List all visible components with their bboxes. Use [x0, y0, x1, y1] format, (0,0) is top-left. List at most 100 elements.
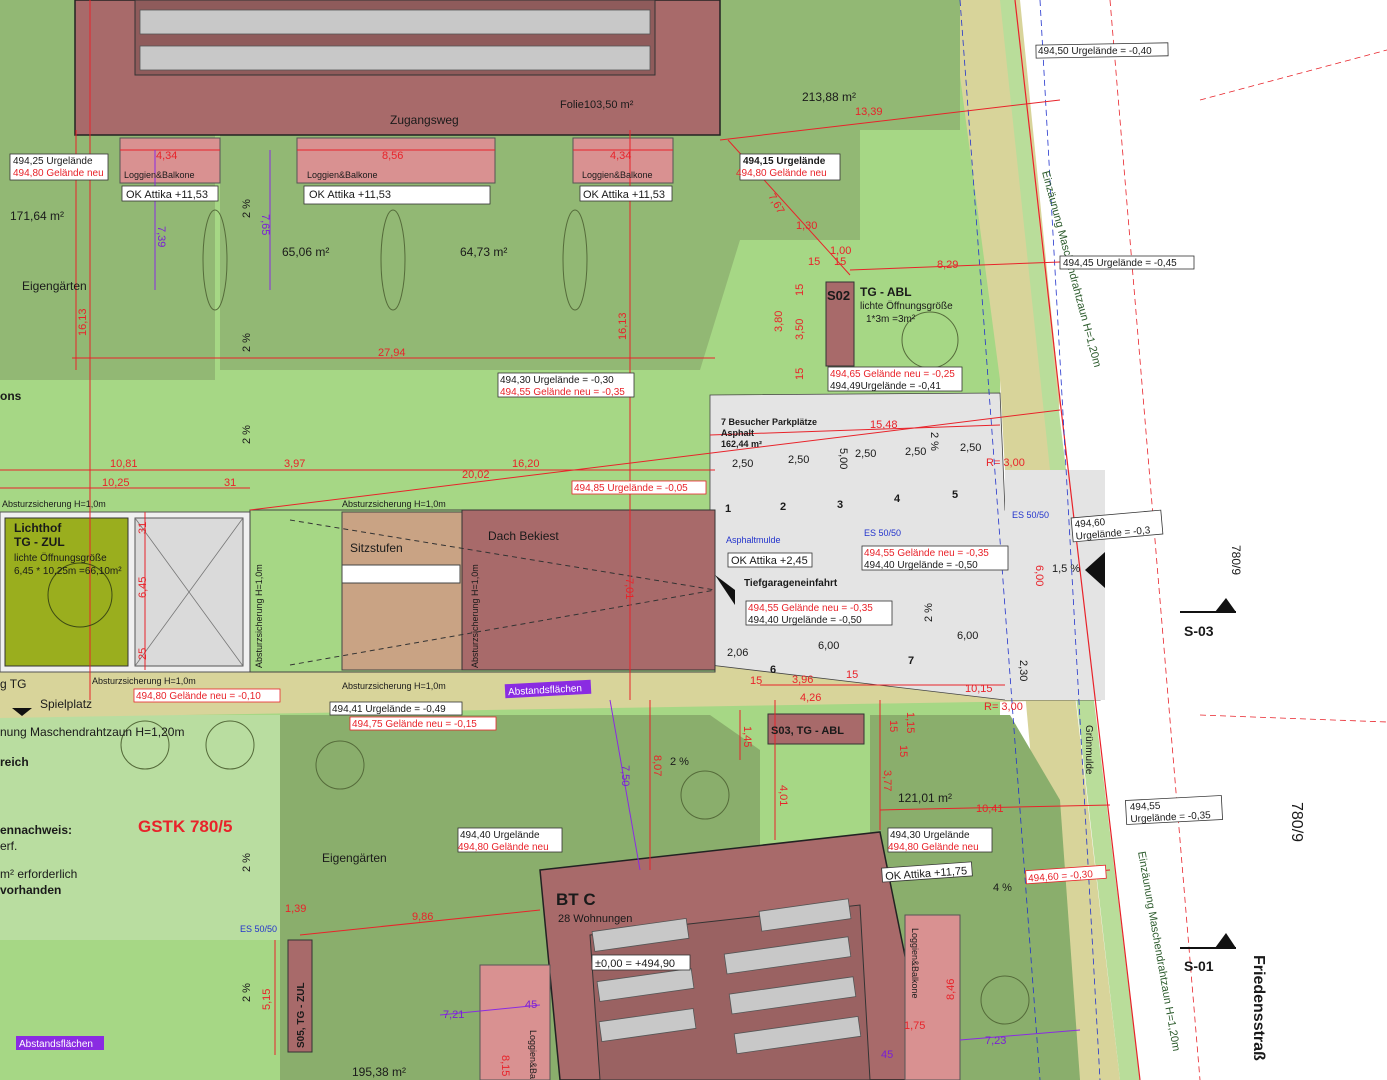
- dim-19: 7,65: [259, 214, 271, 235]
- attika-1: OK Attika +11,53: [126, 189, 208, 201]
- attika-4: OK Attika +2,45: [731, 555, 808, 567]
- parking-no-4: 4: [894, 493, 901, 505]
- dim-34: 6,00: [1033, 565, 1045, 586]
- sitzstufen-label: Sitzstufen: [350, 541, 403, 555]
- left-note-3: m² erforderlich: [0, 867, 77, 881]
- g-tg-fragment: g TG: [0, 677, 26, 691]
- south-lawn: [0, 940, 280, 1080]
- dim-47: 7,50: [619, 765, 631, 786]
- dim-32: 5,00: [837, 448, 849, 469]
- dim-13: 15: [794, 284, 806, 296]
- level-9b: 494,40 Urgelände = -0,50: [748, 615, 862, 626]
- dim-28: 2,50: [788, 454, 809, 466]
- level-13b: 494,80 Gelände neu: [458, 842, 549, 853]
- level-3b: 494,80 Gelände neu: [13, 168, 104, 179]
- level-4b: 494,80 Gelände neu: [736, 168, 827, 179]
- level-4a: 494,15 Urgelände: [743, 156, 826, 167]
- dim-62: 45: [525, 999, 537, 1011]
- level-2: 494,45 Urgelände = -0,45: [1063, 258, 1177, 269]
- level-8b: 494,40 Urgelände = -0,50: [864, 560, 978, 571]
- dim-15: 16,13: [77, 308, 89, 336]
- section-s03: S-03: [1184, 623, 1214, 639]
- dim-46: 8,07: [651, 755, 663, 776]
- dim-60: 5,15: [261, 989, 273, 1010]
- absturz-label-v2: Absturzsicherung H=1,0m: [470, 564, 480, 668]
- lichthof-title: Lichthof: [14, 521, 62, 535]
- dim-25: 31: [224, 477, 236, 489]
- dim-24: 16,20: [512, 458, 540, 470]
- eigengarten-label-1: Eigengärten: [22, 279, 87, 293]
- dim-17: 27,94: [378, 347, 406, 359]
- dim-50: 1,15: [904, 712, 916, 733]
- slope-4: 2 %: [928, 432, 940, 451]
- area-label-2: 171,64 m²: [10, 209, 64, 223]
- area-label-4: 64,73 m²: [460, 245, 507, 259]
- dim-1: 4,34: [156, 150, 177, 162]
- bt-c-units: 28 Wohnungen: [558, 913, 632, 925]
- slope-1: 2 %: [241, 199, 253, 218]
- dim-22: 3,97: [284, 458, 305, 470]
- dim-6: 1,30: [796, 220, 817, 232]
- level-8a: 494,55 Gelände neu = -0,35: [864, 548, 989, 559]
- slope-6: 2 %: [670, 756, 689, 768]
- dim-30: 2,50: [905, 446, 926, 458]
- level-5a: 494,30 Urgelände = -0,30: [500, 375, 614, 386]
- ons-fragment: ons: [0, 389, 22, 403]
- dim-48: 4,01: [777, 785, 789, 806]
- dim-65: 7,23: [985, 1035, 1006, 1047]
- s05-label: S05, TG - ZUL: [296, 982, 307, 1048]
- dim-56: 31: [137, 522, 149, 534]
- dim-3: 4,34: [610, 150, 631, 162]
- dim-49: 3,77: [881, 770, 893, 791]
- tg-abl-note-2: 1*3m =3m²: [866, 314, 916, 325]
- absturz-label-1: Absturzsicherung H=1,0m: [2, 499, 106, 509]
- friedensstrasse-label: Friedensstraß: [1250, 955, 1267, 1061]
- slope-2: 2 %: [241, 333, 253, 352]
- absturz-label-4: Absturzsicherung H=1,0m: [342, 681, 446, 691]
- dim-29: 2,50: [855, 448, 876, 460]
- level-3a: 494,25 Urgelände: [13, 156, 93, 167]
- bt-c-label: BT C: [556, 890, 596, 909]
- level-12b: 494,75 Gelände neu = -0,15: [352, 719, 477, 730]
- dim-27: 2,50: [732, 458, 753, 470]
- fence-label-3: nung Maschendrahtzaun H=1,20m: [0, 725, 184, 739]
- gstk-label: GSTK 780/5: [138, 817, 233, 836]
- absturz-label-2: Absturzsicherung H=1,0m: [342, 499, 446, 509]
- dim-36: 6,00: [957, 630, 978, 642]
- eigengarten-label-2: Eigengärten: [322, 851, 387, 865]
- loggia-bt-c-west: [479, 964, 551, 1080]
- level-11: 494,80 Gelände neu = -0,10: [136, 691, 261, 702]
- dim-66: 8,46: [945, 979, 957, 1000]
- level-14b: 494,80 Gelände neu: [888, 842, 979, 853]
- loggien-label-2: Loggien&Balkone: [307, 170, 378, 180]
- dim-63: 1,75: [904, 1020, 925, 1032]
- dim-53: 10,41: [976, 803, 1004, 815]
- zugangsweg-label: Zugangsweg: [390, 113, 459, 127]
- dim-57: 25: [137, 648, 149, 660]
- level-13a: 494,40 Urgelände: [460, 830, 540, 841]
- dim-2: 8,56: [382, 150, 403, 162]
- dim-52: 15: [897, 745, 909, 757]
- level-16a: 494,55: [1130, 801, 1162, 814]
- parking-no-5: 5: [952, 489, 958, 501]
- dim-21: 10,25: [102, 477, 130, 489]
- level-6b: 494,49Urgelände = -0,41: [830, 381, 941, 392]
- loggien-label-3: Loggien&Balkone: [582, 170, 653, 180]
- parking-area: 162,44 m²: [721, 439, 762, 449]
- area-label-5: 121,01 m²: [898, 791, 952, 805]
- dim-35: 6,00: [818, 640, 839, 652]
- dim-20: 10,81: [110, 458, 138, 470]
- dim-51: 15: [887, 720, 899, 732]
- loggien-label-v2: Loggien&Ba: [528, 1030, 538, 1079]
- dim-43: 10,15: [965, 683, 993, 695]
- tg-abl-title: TG - ABL: [860, 285, 912, 299]
- s03-label: S03, TG - ABL: [771, 725, 844, 737]
- reich-fragment: reich: [0, 755, 29, 769]
- dim-41: 15: [750, 675, 762, 687]
- lichthof-note-1: lichte Öffnungsgröße: [14, 552, 107, 564]
- folie-label: Folie103,50 m²: [560, 99, 634, 111]
- dim-10: 15: [834, 256, 846, 268]
- tg-einfahrt-label: Tiefgarageneinfahrt: [744, 578, 838, 589]
- area-label-1: 213,88 m²: [802, 90, 856, 104]
- attika-3: OK Attika +11,53: [583, 189, 665, 201]
